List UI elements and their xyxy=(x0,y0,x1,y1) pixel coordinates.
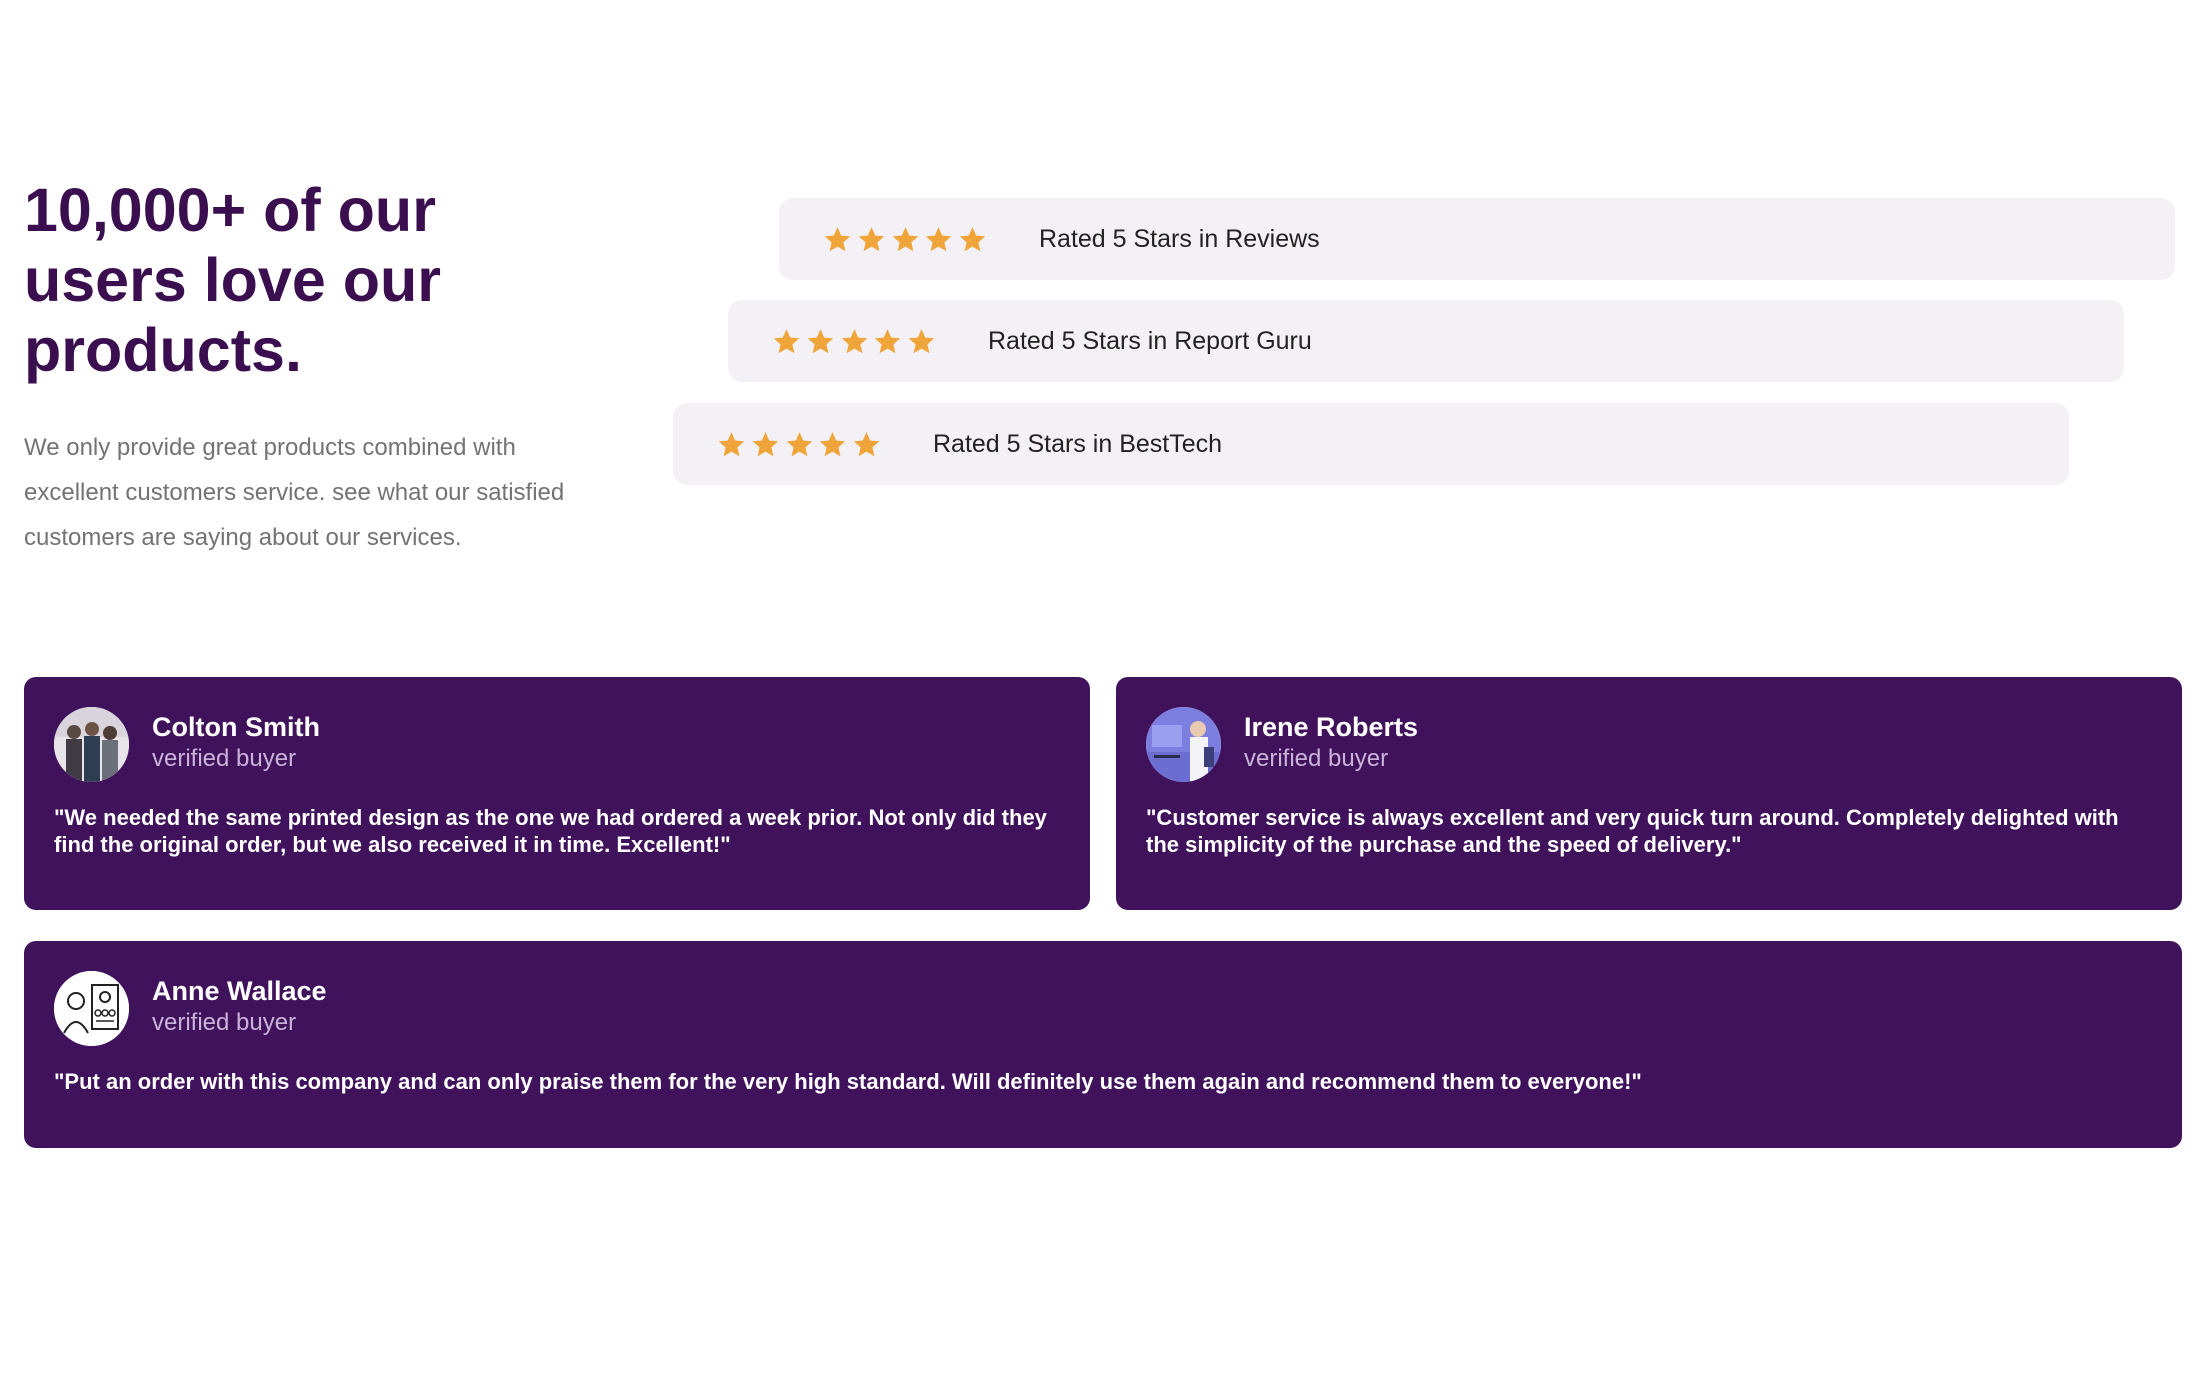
rating-label: Rated 5 Stars in Reviews xyxy=(1039,224,1320,253)
rating-stars xyxy=(772,327,936,356)
star-icon xyxy=(823,225,852,254)
star-icon xyxy=(751,430,780,459)
avatar xyxy=(54,971,129,1046)
rating-stars xyxy=(717,430,881,459)
star-icon xyxy=(773,328,800,353)
star-icon xyxy=(818,430,847,459)
rating-badge-report-guru: Rated 5 Stars in Report Guru xyxy=(728,300,2124,382)
avatar-photo xyxy=(1146,707,1221,782)
review-text: "We needed the same printed design as th… xyxy=(54,805,1047,857)
star-icon xyxy=(852,430,881,459)
star-icon xyxy=(892,226,918,251)
reviewer-role: verified buyer xyxy=(1244,745,1389,772)
rating-stars xyxy=(823,225,987,254)
avatar-photo xyxy=(54,707,129,782)
reviewer-role: verified buyer xyxy=(152,745,297,772)
star-icon xyxy=(958,225,987,254)
rating-label: Rated 5 Stars in BestTech xyxy=(933,429,1223,458)
star-icon xyxy=(853,431,880,456)
reviewer-name: Irene Roberts xyxy=(1244,712,1419,742)
avatar-photo xyxy=(54,971,129,1046)
star-icon xyxy=(875,328,901,353)
star-icon xyxy=(824,226,851,251)
star-icon xyxy=(858,226,884,251)
star-icon xyxy=(786,431,812,456)
star-icon xyxy=(908,328,935,353)
star-icon xyxy=(717,430,746,459)
star-icon xyxy=(924,225,953,254)
star-icon xyxy=(752,431,778,456)
star-icon xyxy=(820,431,846,456)
rating-badge-reviews: Rated 5 Stars in Reviews xyxy=(779,198,2175,280)
star-icon xyxy=(873,327,902,356)
star-icon xyxy=(841,328,867,353)
rating-label: Rated 5 Stars in Report Guru xyxy=(988,326,1312,355)
hero-description: We only provide great products combined … xyxy=(24,434,565,551)
reviewer-role: verified buyer xyxy=(152,1009,297,1036)
rating-badge-besttech: Rated 5 Stars in BestTech xyxy=(673,403,2069,485)
avatar xyxy=(1146,707,1221,782)
avatar xyxy=(54,707,129,782)
reviewer-name: Anne Wallace xyxy=(152,976,327,1006)
review-text: "Customer service is always excellent an… xyxy=(1146,805,2119,857)
review-card-anne-wallace: Anne Wallace verified buyer "Put an orde… xyxy=(24,941,2182,1148)
star-icon xyxy=(907,327,936,356)
star-icon xyxy=(857,225,886,254)
review-card-colton-smith: Colton Smith verified buyer "We needed t… xyxy=(24,677,1090,910)
star-icon xyxy=(840,327,869,356)
star-icon xyxy=(891,225,920,254)
star-icon xyxy=(959,226,986,251)
star-icon xyxy=(806,327,835,356)
star-icon xyxy=(772,327,801,356)
star-icon xyxy=(718,431,745,456)
reviewer-name: Colton Smith xyxy=(152,712,320,742)
star-icon xyxy=(807,328,833,353)
review-text: "Put an order with this company and can … xyxy=(54,1069,1642,1094)
star-icon xyxy=(926,226,952,251)
star-icon xyxy=(785,430,814,459)
review-card-irene-roberts: Irene Roberts verified buyer "Customer s… xyxy=(1116,677,2182,910)
hero-title: 10,000+ of our users love our products. xyxy=(24,176,441,384)
